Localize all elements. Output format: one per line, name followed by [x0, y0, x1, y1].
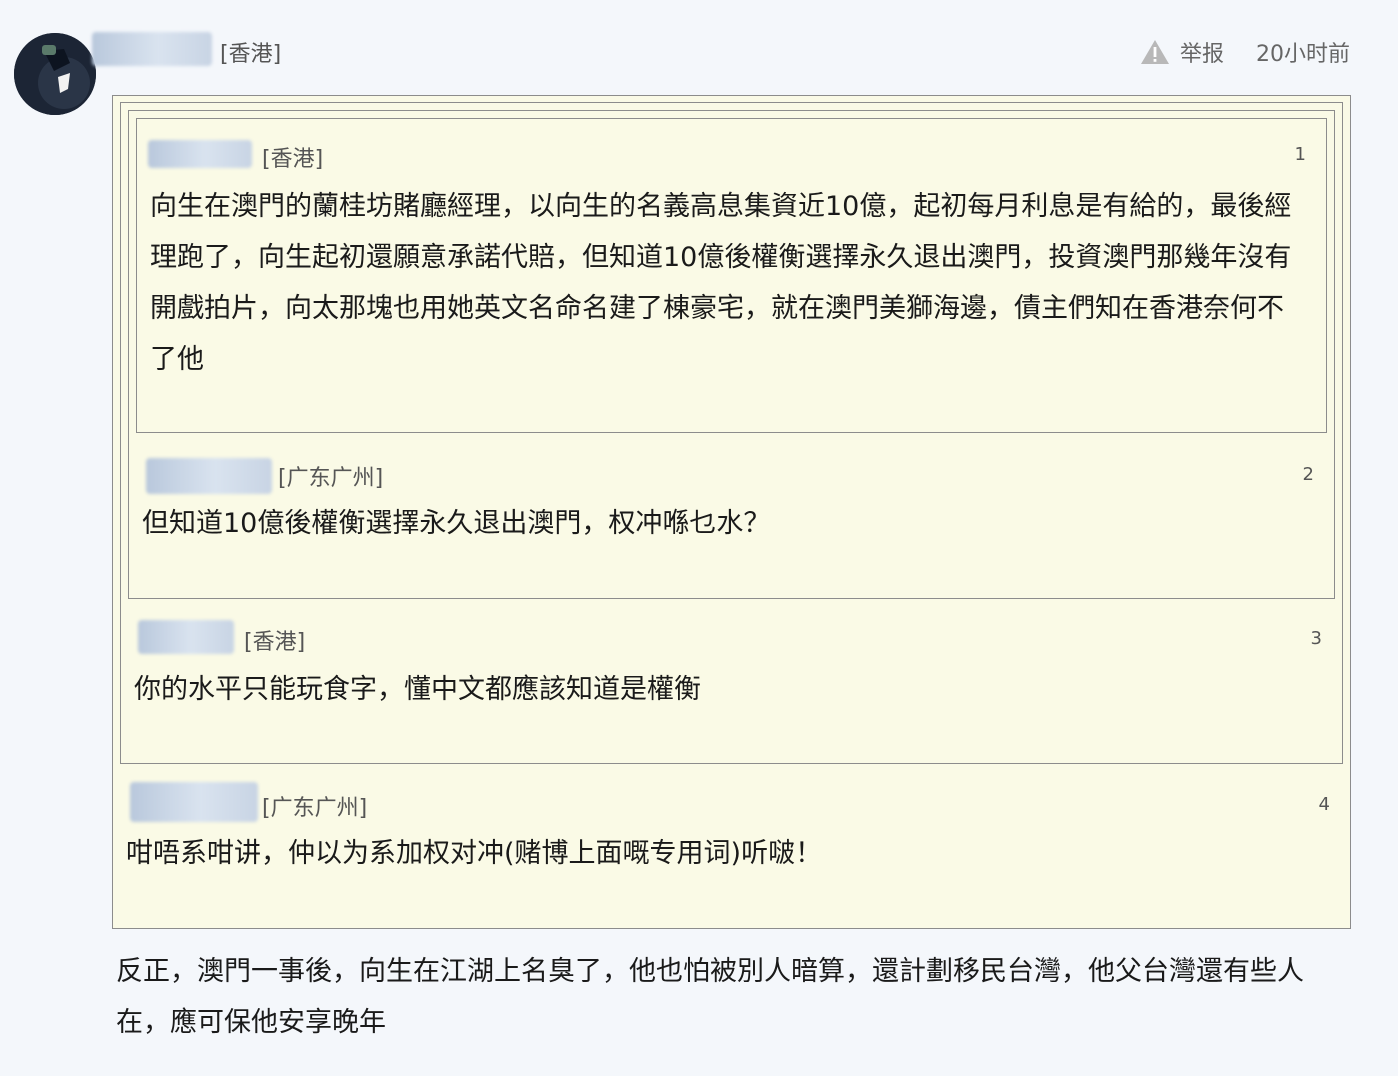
quote-1-location: [香港]	[262, 147, 324, 172]
report-button[interactable]: 举报	[1140, 36, 1224, 68]
quote-3-username-blurred[interactable]	[138, 620, 234, 654]
post-header-right: 举报 20小时前	[1140, 36, 1350, 68]
quote-3-text: 你的水平只能玩食字，懂中文都應該知道是權衡	[134, 674, 701, 705]
user-location: [香港]	[220, 42, 282, 67]
quote-2-username-blurred[interactable]	[146, 458, 272, 494]
quote-1-text: 向生在澳門的蘭桂坊賭廳經理，以向生的名義高息集資近10億，起初每月利息是有給的，…	[150, 191, 1292, 375]
post-reply-text: 反正，澳門一事後，向生在江湖上名臭了，他也怕被別人暗算，還計劃移民台灣，他父台灣…	[116, 956, 1304, 1038]
quote-4-location: [广东广州]	[262, 796, 368, 821]
report-label: 举报	[1179, 42, 1224, 67]
quote-4-text: 咁唔系咁讲，仲以为系加权对冲(赌博上面嘅专用词)听啵！	[126, 838, 823, 869]
quote-4-floor-number: 4	[1318, 794, 1330, 815]
username-blurred[interactable]	[92, 32, 212, 66]
quote-2-location: [广东广州]	[278, 466, 384, 491]
user-avatar[interactable]	[14, 33, 96, 115]
quote-1-floor-number: 1	[1294, 144, 1306, 165]
post-time: 20小时前	[1256, 42, 1350, 67]
quote-2-floor-number: 2	[1302, 464, 1314, 485]
quote-3-location: [香港]	[244, 630, 306, 655]
quote-3-floor-number: 3	[1310, 628, 1322, 649]
warning-triangle-icon	[1140, 39, 1170, 65]
quote-2-text: 但知道10億後權衡選擇永久退出澳門，权冲喺乜水？	[142, 508, 771, 539]
quote-4-username-blurred[interactable]	[130, 782, 258, 822]
quote-1-username-blurred[interactable]	[148, 140, 252, 168]
